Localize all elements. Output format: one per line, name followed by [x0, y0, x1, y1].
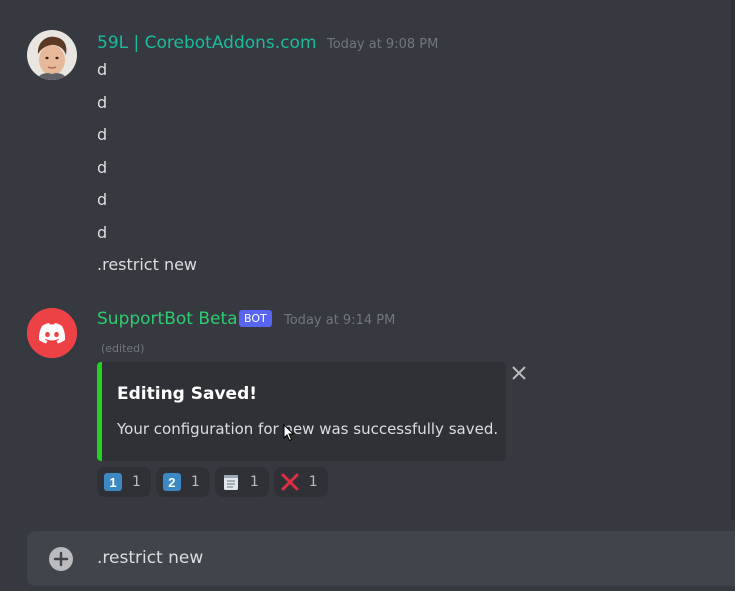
message-line: d — [97, 93, 108, 112]
reaction-notepad[interactable]: 1 — [214, 467, 269, 497]
username[interactable]: 59L | CorebotAddons.com — [97, 33, 317, 53]
user-avatar[interactable] — [27, 30, 77, 80]
timestamp: Today at 9:14 PM — [284, 313, 396, 328]
reaction-keycap-1[interactable]: 1 1 — [97, 467, 151, 497]
embed: Editing Saved! Your configuration for ne… — [97, 362, 506, 461]
add-attachment-button[interactable] — [49, 547, 73, 571]
plus-icon — [53, 551, 69, 567]
embed-title: Editing Saved! — [117, 384, 258, 404]
message-composer[interactable]: .restrict new — [27, 531, 735, 586]
timestamp: Today at 9:08 PM — [327, 37, 439, 52]
reaction-cross-mark[interactable]: 1 — [273, 467, 328, 497]
message-line: d — [97, 223, 108, 242]
message-input[interactable]: .restrict new — [97, 548, 203, 568]
reaction-count: 1 — [132, 474, 141, 490]
message-line: d — [97, 190, 108, 209]
message-line: d — [97, 125, 108, 144]
keycap-2-icon: 2 — [162, 473, 181, 491]
reaction-count: 1 — [308, 474, 318, 490]
reaction-keycap-2[interactable]: 2 1 — [155, 467, 210, 497]
bot-username[interactable]: SupportBot Beta — [97, 309, 238, 329]
cross-mark-icon — [281, 473, 299, 491]
edited-label: (edited) — [101, 342, 145, 355]
scrollbar[interactable] — [731, 0, 735, 520]
notepad-icon — [222, 473, 240, 491]
mouse-cursor-icon — [283, 424, 295, 442]
bot-badge: BOT — [239, 310, 272, 327]
bot-avatar[interactable] — [27, 308, 77, 358]
keycap-1-icon: 1 — [104, 473, 122, 491]
embed-description: Your configuration for new was successfu… — [117, 420, 499, 438]
reaction-count: 1 — [249, 474, 259, 490]
reaction-count: 1 — [190, 474, 200, 490]
close-icon[interactable] — [510, 364, 528, 382]
message-line: d — [97, 60, 108, 79]
top-edge — [0, 0, 735, 8]
reactions-bar: 1 1 2 1 1 1 — [97, 467, 328, 497]
discord-logo-icon — [27, 308, 77, 358]
message-line: d — [97, 158, 108, 177]
message-line: .restrict new — [97, 255, 198, 274]
